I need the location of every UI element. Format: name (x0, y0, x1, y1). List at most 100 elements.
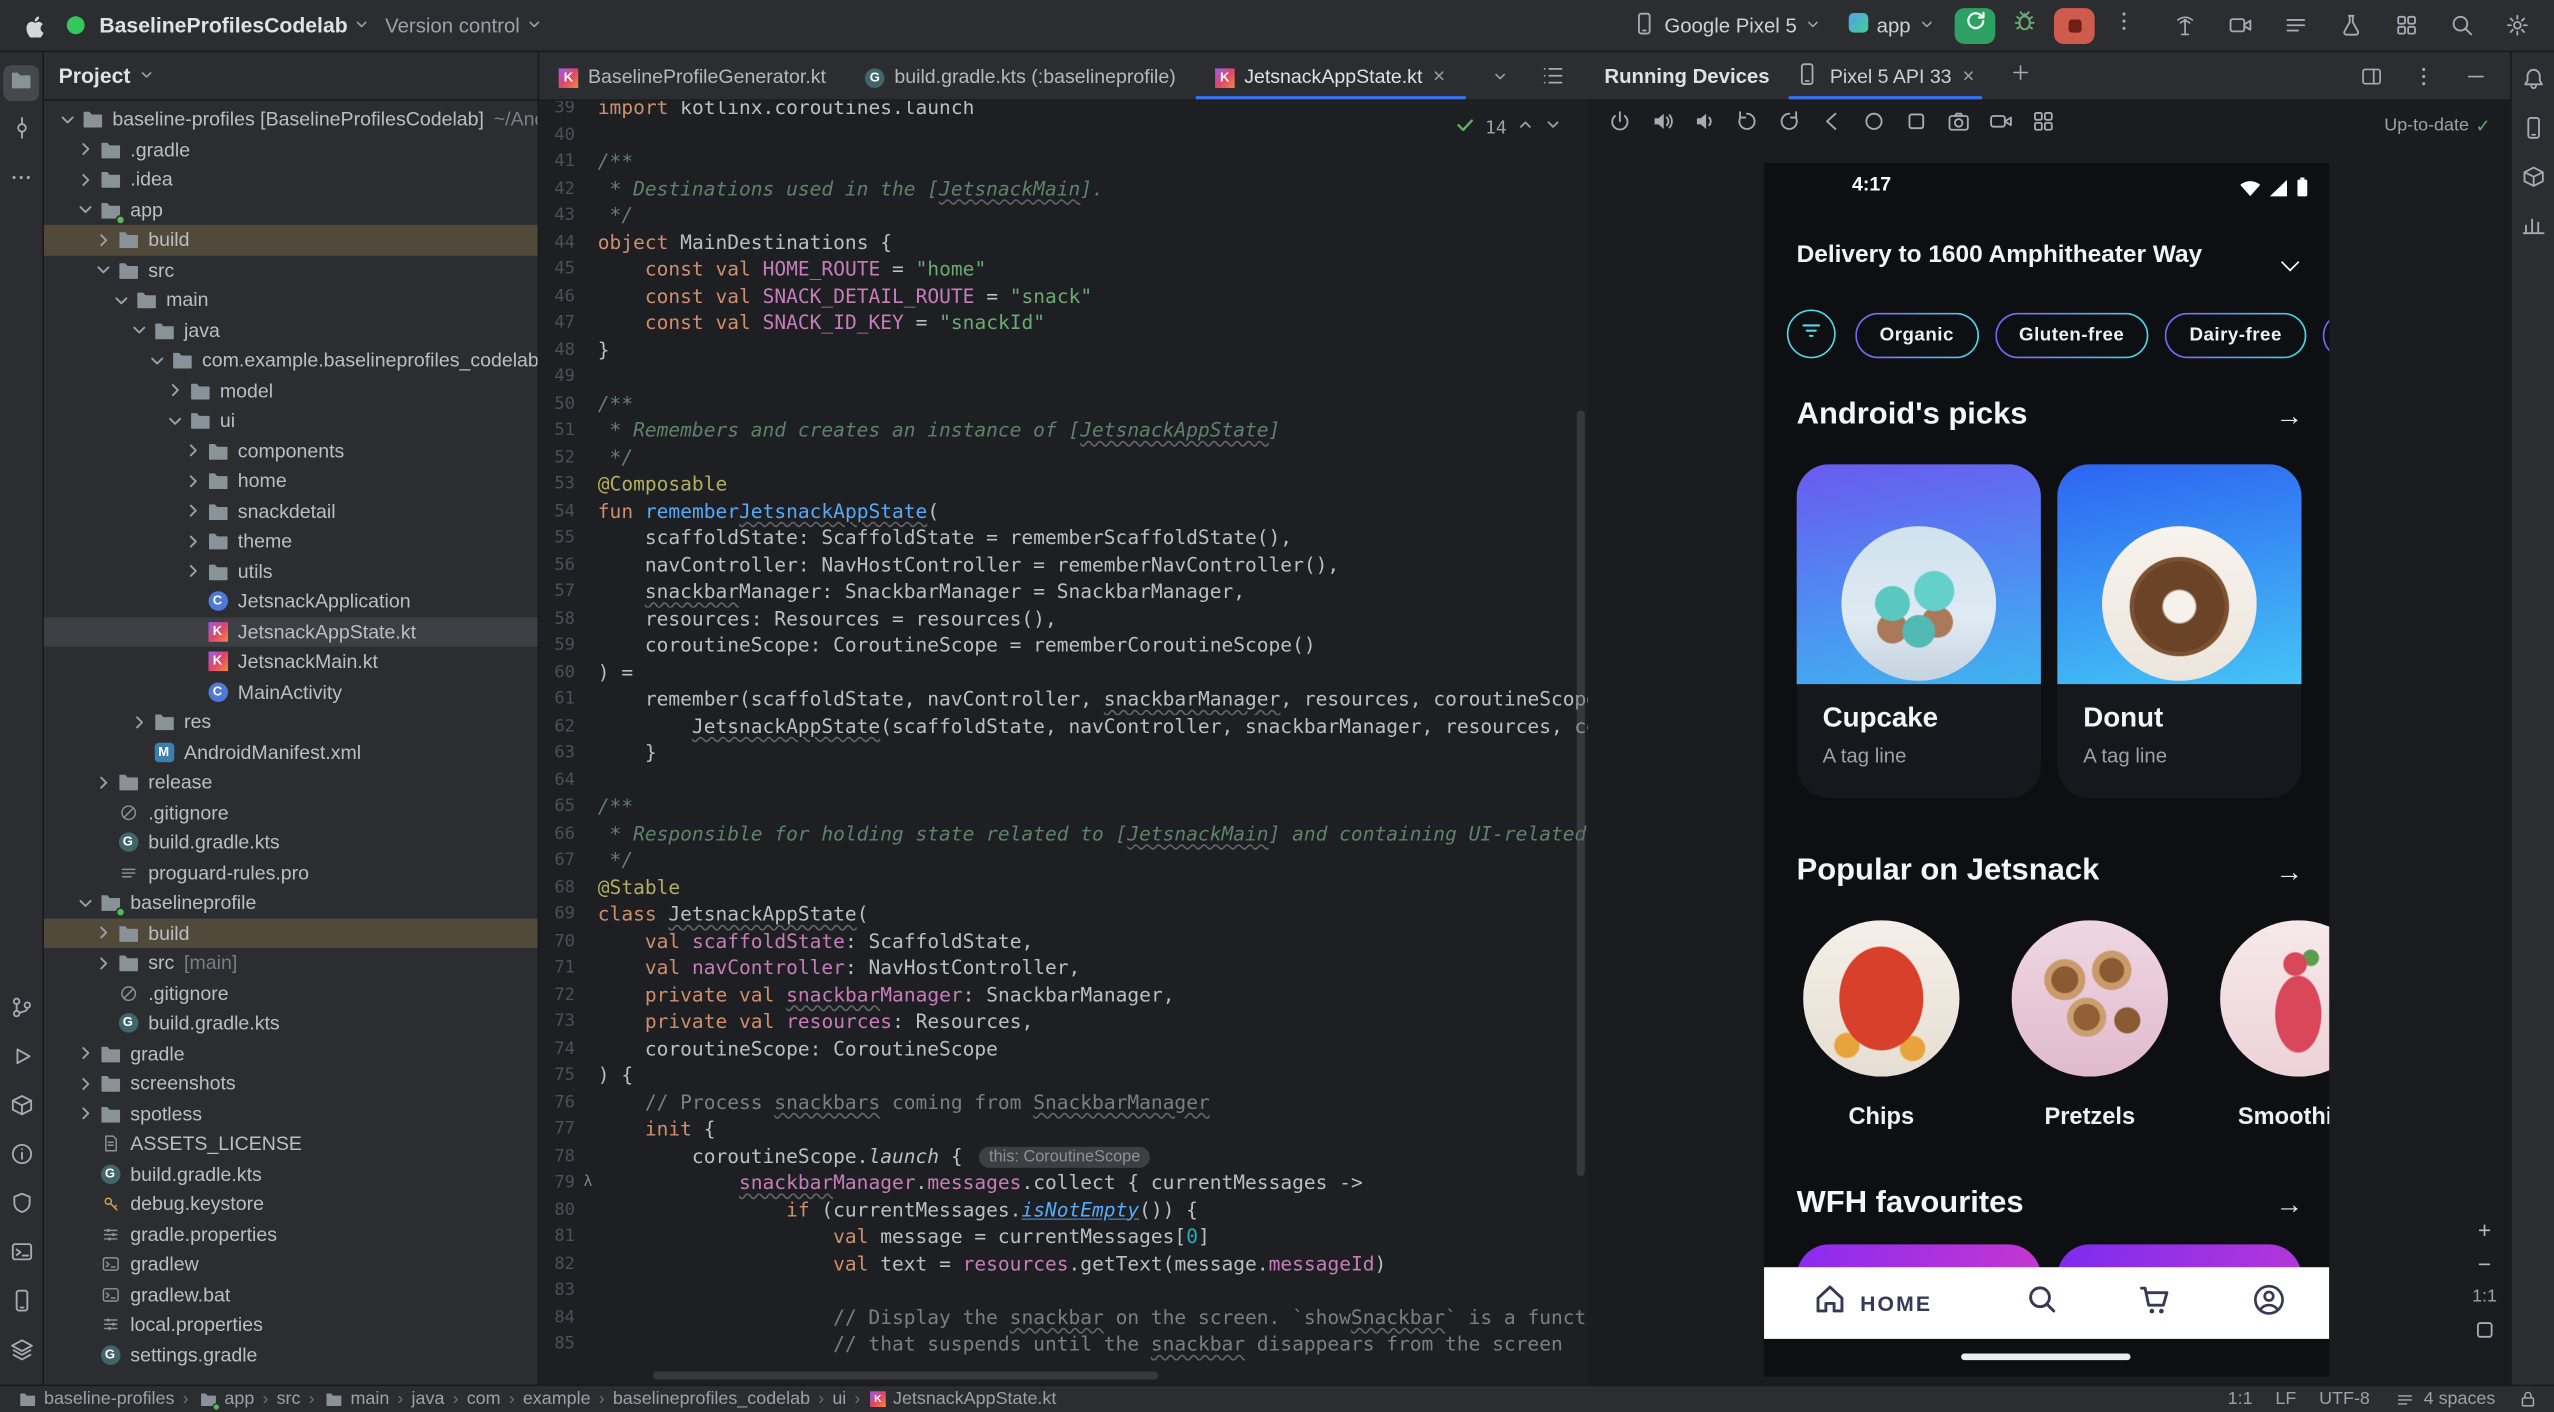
breadcrumb-item-jetsnackappstate-kt[interactable]: K JetsnackAppState.kt (869, 1389, 1056, 1409)
volup-tool-button[interactable] (1643, 108, 1679, 144)
breadcrumb-item-baseline-profiles[interactable]: baseline-profiles (16, 1388, 174, 1411)
breadcrumb-item-com[interactable]: com (467, 1389, 501, 1409)
line-number[interactable]: 43 (539, 202, 578, 229)
chevron-down-icon[interactable] (147, 351, 168, 369)
chevron-right-icon[interactable] (93, 954, 114, 972)
line-number[interactable]: 61 (539, 686, 578, 713)
tree-item-jetsnackapplication[interactable]: C JetsnackApplication (44, 586, 538, 616)
line-number[interactable]: 79 (539, 1169, 578, 1196)
device-tool-button[interactable] (2515, 114, 2551, 150)
box-tool-button[interactable] (3, 1091, 39, 1127)
line-number[interactable]: 68 (539, 874, 578, 901)
rerun-button[interactable] (1954, 7, 1996, 44)
device-tool-button[interactable] (3, 1287, 39, 1323)
popular-item-smoothies[interactable]: Smoothies (2220, 920, 2330, 1130)
line-number[interactable]: 66 (539, 820, 578, 847)
grid-icon[interactable] (2388, 7, 2424, 43)
line-number[interactable]: 76 (539, 1089, 578, 1116)
line-number[interactable]: 46 (539, 283, 578, 310)
minimize-icon[interactable] (2458, 58, 2494, 94)
previous-problem-icon[interactable] (1516, 116, 1534, 143)
tree-item-theme[interactable]: theme (44, 526, 538, 556)
tree-item-gradlew-bat[interactable]: gradlew.bat (44, 1279, 538, 1309)
rotr-tool-button[interactable] (1771, 108, 1807, 144)
breadcrumb-item-ui[interactable]: ui (832, 1389, 846, 1409)
chevron-down-icon[interactable] (129, 321, 150, 339)
popular-item-pretzels[interactable]: Pretzels (2011, 920, 2168, 1130)
delivery-expand-chevron[interactable] (2280, 248, 2300, 277)
breadcrumb-item-src[interactable]: src (277, 1389, 301, 1409)
power-tool-button[interactable] (1601, 108, 1637, 144)
code-area[interactable]: 14 39 import kotlinx.coroutines.launch 40 4… (539, 101, 1588, 1385)
line-number[interactable]: 82 (539, 1250, 578, 1277)
bell-tool-button[interactable] (2515, 65, 2551, 101)
line-separator[interactable]: LF (2275, 1389, 2296, 1409)
list-icon[interactable] (1535, 58, 1571, 94)
chevron-right-icon[interactable] (182, 472, 203, 490)
tree-item--gradle[interactable]: .gradle (44, 134, 538, 164)
version-control-menu[interactable]: Version control (385, 14, 542, 37)
tree-item-main[interactable]: main (44, 285, 538, 315)
tree-item-build-gradle-kts[interactable]: Gbuild.gradle.kts (44, 1159, 538, 1189)
tree-item-androidmanifest-xml[interactable]: M AndroidManifest.xml (44, 737, 538, 767)
line-number[interactable]: 63 (539, 739, 578, 766)
box-tool-button[interactable] (2515, 163, 2551, 199)
line-number[interactable]: 77 (539, 1116, 578, 1143)
tree-item-build[interactable]: build (43, 917, 538, 948)
line-number[interactable]: 52 (539, 444, 578, 471)
more-v-icon[interactable] (2406, 58, 2442, 94)
project-tool-button[interactable] (3, 65, 40, 101)
camera-tool-button[interactable] (1940, 108, 1976, 144)
chevron-right-icon[interactable] (75, 140, 96, 158)
homeo-tool-button[interactable] (1855, 108, 1891, 144)
tree-item-spotless[interactable]: spotless (44, 1099, 538, 1129)
tree-item-gradle-properties[interactable]: gradle.properties (44, 1219, 538, 1249)
arrow-right-icon[interactable]: → (2275, 857, 2303, 890)
tree-item-jetsnackappstate-kt[interactable]: K JetsnackAppState.kt (43, 616, 538, 647)
chart-tool-button[interactable] (2515, 212, 2551, 248)
run-configuration-selector[interactable]: app (1841, 10, 1943, 41)
line-number[interactable]: 49 (539, 363, 578, 390)
line-number[interactable]: 80 (539, 1196, 578, 1223)
chevron-down-icon[interactable] (75, 894, 96, 912)
breadcrumb-item-app[interactable]: app (197, 1388, 254, 1411)
line-number[interactable]: 44 (539, 229, 578, 256)
tree-item-ui[interactable]: ui (44, 406, 538, 436)
indent-widget[interactable]: 4 spaces (2393, 1387, 2495, 1411)
tree-item--idea[interactable]: .idea (44, 165, 538, 195)
line-number[interactable]: 58 (539, 605, 578, 632)
tree-item-local-properties[interactable]: local.properties (44, 1310, 538, 1340)
line-number[interactable]: 40 (539, 121, 578, 148)
chevron-right-icon[interactable] (182, 442, 203, 460)
line-number[interactable]: 42 (539, 175, 578, 202)
tree-item-java[interactable]: java (44, 315, 538, 345)
voldown-tool-button[interactable] (1686, 108, 1722, 144)
chevron-right-icon[interactable] (75, 1075, 96, 1093)
tree-item-release[interactable]: release (44, 767, 538, 797)
search-icon[interactable] (2443, 7, 2479, 43)
chevron-right-icon[interactable] (75, 1044, 96, 1062)
line-number[interactable]: 72 (539, 981, 578, 1008)
chevron-down-icon[interactable] (165, 412, 186, 430)
line-number[interactable]: 48 (539, 336, 578, 363)
line-number[interactable]: 47 (539, 309, 578, 336)
arrow-right-icon[interactable]: → (2275, 1189, 2303, 1222)
breadcrumb-item-java[interactable]: java (412, 1389, 445, 1409)
chevron-right-icon[interactable] (93, 773, 114, 791)
stop-button[interactable] (2053, 7, 2095, 44)
tree-item-build-gradle-kts[interactable]: Gbuild.gradle.kts (44, 1008, 538, 1038)
more-tool-windows-button[interactable] (3, 163, 39, 199)
line-number[interactable]: 75 (539, 1062, 578, 1089)
chevron-right-icon[interactable] (93, 231, 114, 249)
tree-item--gitignore[interactable]: .gitignore (44, 797, 538, 827)
line-number[interactable]: 78 (539, 1143, 578, 1170)
chevron-right-icon[interactable] (165, 382, 186, 400)
nav-cart-item[interactable] (2137, 1285, 2173, 1321)
caret-position[interactable]: 1:1 (2228, 1389, 2253, 1409)
filter-chip-organic[interactable]: Organic (1855, 313, 1978, 359)
flask-icon[interactable] (2332, 7, 2368, 43)
tree-item-app[interactable]: app (44, 195, 538, 225)
device-tab[interactable]: Pixel 5 API 33 (1789, 52, 1983, 100)
close-icon[interactable] (1961, 64, 1976, 87)
line-number[interactable]: 50 (539, 390, 578, 417)
